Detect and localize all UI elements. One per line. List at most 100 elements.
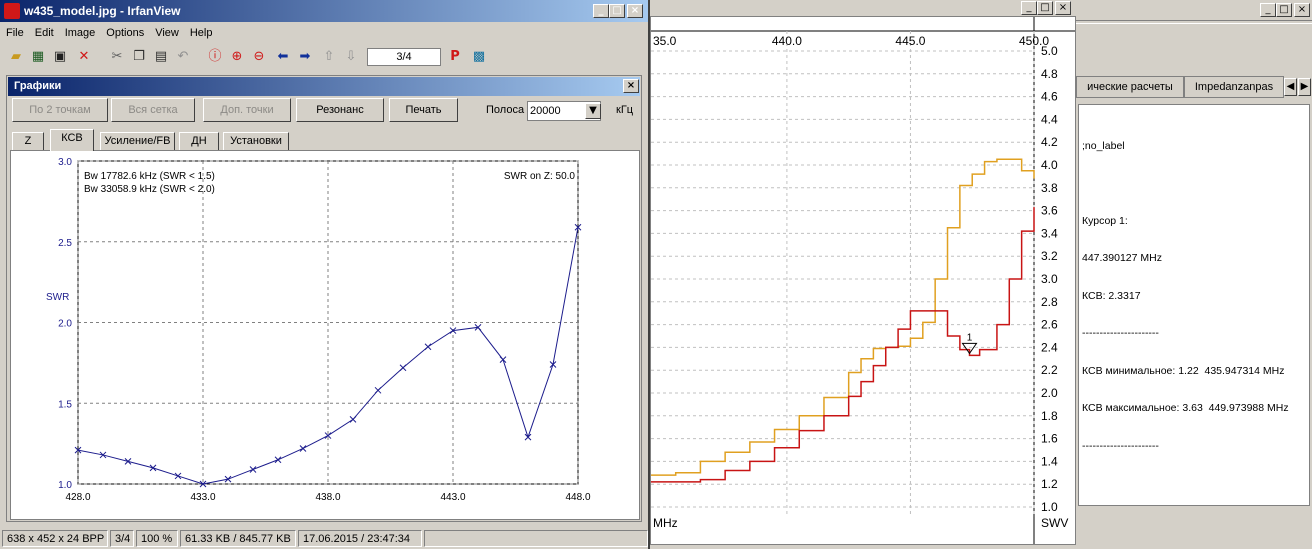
- undo-icon[interactable]: ↶: [174, 48, 192, 66]
- graphs-close-button[interactable]: ×: [623, 79, 639, 93]
- zoom-out-icon[interactable]: ⊖: [250, 48, 268, 66]
- graphs-titlebar: Графики ×: [8, 77, 640, 96]
- y-tick-label: 1.8: [1041, 409, 1058, 423]
- extra-points-button[interactable]: Доп. точки: [203, 98, 291, 122]
- tab-gain-fb[interactable]: Усиление/FB: [100, 132, 175, 150]
- maximize-button[interactable]: □: [609, 4, 625, 18]
- tab-calculations-label: ические расчеты: [1087, 81, 1173, 93]
- info-line: 447.390127 MHz: [1082, 252, 1162, 264]
- menu-help[interactable]: Help: [184, 24, 218, 42]
- zoom-in-icon[interactable]: ⊕: [228, 48, 246, 66]
- swr-chart-area: 1.0 1.5 2.0 2.5 3.0 428.0 433.0 438.0 443.0 448.0…: [10, 150, 640, 520]
- tab-impedance[interactable]: Impedanzanpas: [1184, 76, 1284, 98]
- menu-file[interactable]: File: [0, 24, 29, 42]
- y-tick-label: 1.5: [58, 399, 72, 410]
- cursor-info-box: ;no_label Курсор 1: 447.390127 MHz КСВ: …: [1078, 104, 1310, 506]
- x-tick-label: 428.0: [65, 492, 90, 503]
- info-icon[interactable]: ⓘ: [206, 48, 224, 66]
- y-tick-label: 2.8: [1041, 295, 1058, 309]
- y-tick-label: 4.0: [1041, 158, 1058, 172]
- y-tick-label: 1.0: [58, 480, 72, 491]
- side-divider: [1076, 20, 1312, 24]
- window-title: w435_model.jpg - IrfanView: [24, 4, 181, 18]
- info-line: КСВ минимальное: 1.22 435.947314 MHz: [1082, 364, 1285, 377]
- y-axis-unit: SWV: [1041, 516, 1068, 530]
- band-value: 20000: [530, 105, 561, 117]
- minimize-button[interactable]: _: [593, 4, 609, 18]
- band-label: Полоса: [486, 104, 525, 116]
- y-tick-label: 2.6: [1041, 318, 1058, 332]
- y-tick-label: 2.0: [1041, 386, 1058, 400]
- by-two-points-button[interactable]: По 2 точкам: [12, 98, 108, 122]
- tab-scroll-left-icon[interactable]: ◀: [1284, 78, 1297, 96]
- y-tick-label: 4.6: [1041, 90, 1058, 104]
- print-button[interactable]: Печать: [389, 98, 458, 122]
- x-tick-label: 443.0: [440, 492, 465, 503]
- info-line: ;no_label: [1082, 140, 1125, 152]
- thumbnails-icon[interactable]: ▦: [29, 48, 47, 66]
- side-minimize-button[interactable]: _: [1260, 3, 1276, 17]
- irfanview-window: w435_model.jpg - IrfanView _ □ × File Edi…: [0, 0, 650, 549]
- minimize-button[interactable]: _: [1021, 1, 1037, 15]
- info-line: КСВ: 2.3317: [1082, 289, 1141, 302]
- tab-settings[interactable]: Установки: [223, 132, 289, 150]
- graphs-panel: Графики × По 2 точкам Вся сетка Доп. точ…: [6, 75, 642, 522]
- band-select[interactable]: 20000 ▼: [527, 101, 601, 121]
- info-line: Курсор 1:: [1082, 214, 1128, 227]
- tab-z[interactable]: Z: [12, 132, 44, 150]
- delete-icon[interactable]: ✕: [75, 48, 93, 66]
- tab-scroll-right-icon[interactable]: ▶: [1298, 78, 1311, 96]
- chevron-down-icon[interactable]: ▼: [585, 103, 601, 119]
- marker-label: 1: [967, 332, 973, 343]
- y-tick-label: 2.5: [58, 238, 72, 249]
- first-icon[interactable]: ⇧: [320, 48, 338, 66]
- x-tick-label: 448.0: [565, 492, 590, 503]
- menu-edit[interactable]: Edit: [29, 24, 59, 42]
- last-icon[interactable]: ⇩: [342, 48, 360, 66]
- y-tick-label: 3.2: [1041, 249, 1058, 263]
- page-counter: 3/4: [367, 48, 441, 66]
- bandwidth-annotation: Bw 17782.6 kHz (SWR < 1.5): [84, 171, 215, 182]
- y-tick-label: 4.2: [1041, 135, 1058, 149]
- menu-options[interactable]: Options: [100, 24, 149, 42]
- open-icon[interactable]: ▰: [7, 48, 25, 66]
- side-close-button[interactable]: ×: [1294, 3, 1310, 17]
- swr-data-point: [124, 458, 132, 465]
- band-unit: кГц: [616, 104, 634, 116]
- side-maximize-button[interactable]: □: [1276, 3, 1292, 17]
- tab-pattern[interactable]: ДН: [179, 132, 219, 150]
- swr-data-point: [399, 364, 407, 372]
- y-tick-label: 2.2: [1041, 363, 1058, 377]
- y-tick-label: 3.0: [58, 157, 72, 168]
- y-tick-label: 4.8: [1041, 67, 1058, 81]
- x-tick-label: 440.0: [772, 34, 802, 48]
- full-grid-button[interactable]: Вся сетка: [111, 98, 195, 122]
- previous-icon[interactable]: ⬅: [274, 48, 292, 66]
- effects-icon[interactable]: ▩: [470, 48, 488, 66]
- info-line: ----------------------: [1082, 439, 1159, 452]
- tab-swr[interactable]: КСВ: [50, 129, 94, 151]
- cut-icon[interactable]: ✂: [108, 48, 126, 66]
- paint-icon[interactable]: P: [446, 48, 464, 66]
- swr-data-point: [424, 343, 432, 351]
- y-tick-label: 1.2: [1041, 477, 1058, 491]
- save-icon[interactable]: ▣: [51, 48, 69, 66]
- swr-trace-red: [651, 207, 1035, 483]
- copy-icon[interactable]: ❐: [130, 48, 148, 66]
- tab-impedance-label: Impedanzanpas: [1194, 81, 1274, 93]
- menu-image[interactable]: Image: [59, 24, 101, 42]
- tab-calculations[interactable]: ические расчеты: [1076, 76, 1184, 98]
- swr-data-point: [274, 456, 282, 464]
- menu-view[interactable]: View: [149, 24, 184, 42]
- info-line: [1082, 178, 1309, 190]
- paste-icon[interactable]: ▤: [152, 48, 170, 66]
- swr-data-point: [499, 356, 507, 363]
- close-button[interactable]: ×: [1055, 1, 1071, 15]
- status-page: 3/4: [110, 530, 134, 547]
- resonance-button[interactable]: Резонанс: [296, 98, 384, 122]
- y-tick-label: 1.0: [1041, 500, 1058, 514]
- next-icon[interactable]: ➡: [296, 48, 314, 66]
- y-axis-label: SWR: [46, 292, 69, 303]
- maximize-button[interactable]: □: [1037, 1, 1053, 15]
- close-button[interactable]: ×: [627, 4, 643, 18]
